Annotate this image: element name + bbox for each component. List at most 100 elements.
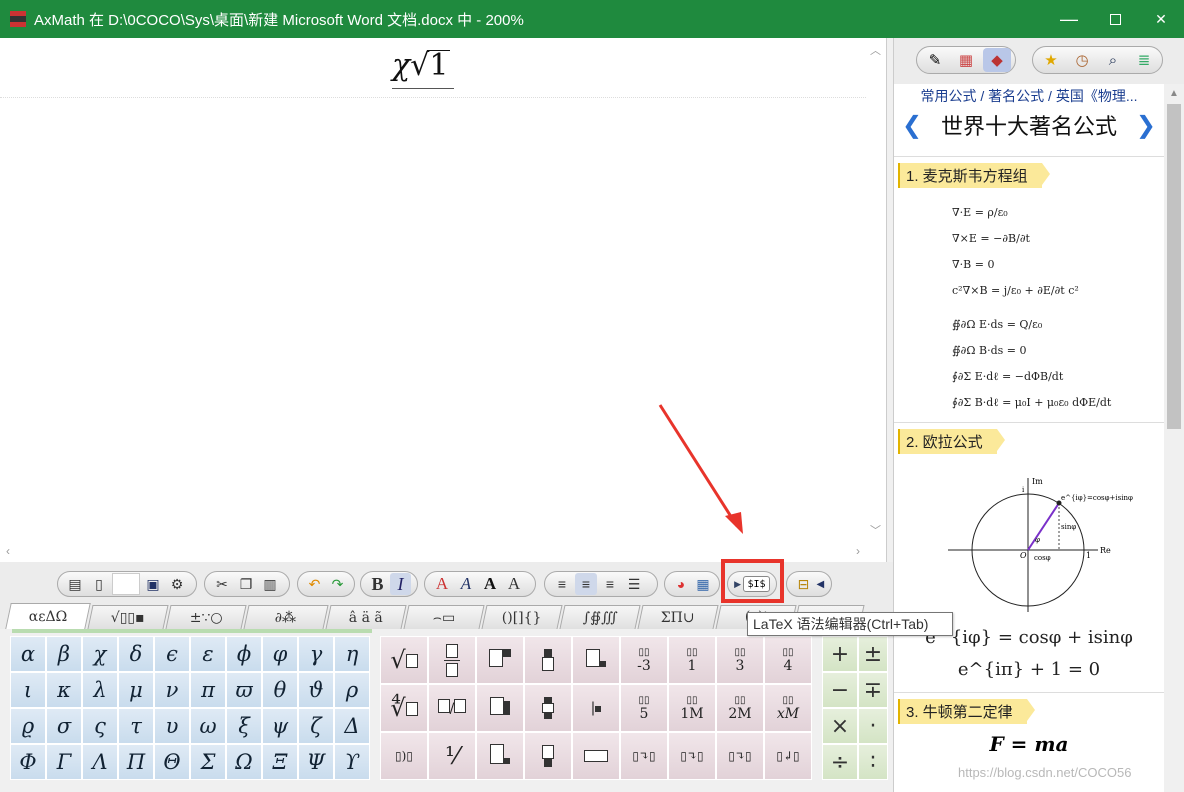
template-bar[interactable]: | (572, 684, 620, 732)
breadcrumb[interactable]: 常用公式 / 著名公式 / 英国《物理... (894, 86, 1164, 106)
align-list-icon[interactable]: ☰ (623, 573, 645, 595)
template-fraction[interactable] (428, 636, 476, 684)
next-arrow-icon[interactable]: ❯ (1136, 111, 1156, 140)
greek-symbol-button[interactable]: Ξ (262, 744, 298, 780)
greek-symbol-button[interactable]: Σ (190, 744, 226, 780)
greek-symbol-button[interactable]: ρ (334, 672, 370, 708)
redo-icon[interactable]: ↷ (327, 573, 348, 595)
operator-button[interactable]: ∶ (858, 744, 888, 780)
copy-icon[interactable]: ❐ (235, 573, 257, 595)
undo-icon[interactable]: ↶ (304, 573, 325, 595)
scroll-down-icon[interactable]: ﹀ (870, 522, 881, 538)
tab-integrals[interactable]: ∫∯∭ (559, 605, 641, 629)
greek-symbol-button[interactable]: α (10, 636, 46, 672)
greek-symbol-button[interactable]: Φ (10, 744, 46, 780)
minimize-button[interactable]: — (1046, 0, 1092, 38)
library-scrollbar[interactable]: ▲ (1164, 84, 1184, 792)
greek-symbol-button[interactable]: ε (190, 636, 226, 672)
tab-greek[interactable]: αεΔΩ (5, 603, 91, 629)
new-document-icon[interactable]: ▯ (88, 573, 110, 595)
operator-button[interactable]: ÷ (822, 744, 858, 780)
greek-symbol-button[interactable]: ϑ (298, 672, 334, 708)
template-arrow-d[interactable]: ▯↲▯ (764, 732, 812, 780)
operator-button[interactable]: + (822, 636, 858, 672)
operator-button[interactable]: ∓ (858, 672, 888, 708)
template-tensor-g[interactable]: ▯▯ 2M (716, 684, 764, 732)
bookmark-icon[interactable]: ◆ (983, 48, 1011, 72)
formula-display[interactable]: χ√1 (392, 48, 454, 89)
tab-brackets[interactable]: ()[]{} (481, 605, 563, 629)
align-center-icon[interactable]: ≡ (575, 573, 597, 595)
align-right-icon[interactable]: ≡ (599, 573, 621, 595)
expand-left-icon[interactable]: ◀ (816, 573, 825, 595)
template-arrow-c[interactable]: ▯↴▯ (716, 732, 764, 780)
font-italic-button[interactable]: A (455, 573, 477, 595)
greek-symbol-button[interactable]: Λ (82, 744, 118, 780)
books-icon[interactable]: ≣ (1130, 48, 1158, 72)
template-sup-sub[interactable] (476, 684, 524, 732)
template-long-division[interactable]: ▯)▯ (380, 732, 428, 780)
greek-symbol-button[interactable]: ϒ (334, 744, 370, 780)
section-heading[interactable]: 2. 欧拉公式 (898, 429, 1005, 454)
color-wheel-icon[interactable]: ◕ (671, 573, 691, 595)
font-special-button[interactable]: A (503, 573, 525, 595)
settings-gear-icon[interactable]: ⚙ (166, 573, 188, 595)
tab-accents[interactable]: â ä ã (325, 605, 407, 629)
tab-operators[interactable]: ±∵○ (165, 605, 247, 629)
greek-symbol-button[interactable]: γ (298, 636, 334, 672)
greek-symbol-button[interactable]: ψ (262, 708, 298, 744)
greek-symbol-button[interactable]: υ (154, 708, 190, 744)
template-tensor-e[interactable]: ▯▯ 5 (620, 684, 668, 732)
template-big-subscript[interactable] (476, 732, 524, 780)
tab-arcs[interactable]: ⌢▭ (403, 605, 485, 629)
greek-symbol-button[interactable]: ω (190, 708, 226, 744)
font-size-input[interactable] (112, 573, 140, 595)
greek-symbol-button[interactable]: ϵ (154, 636, 190, 672)
greek-symbol-button[interactable]: ι (10, 672, 46, 708)
paste-icon[interactable]: ▥ (259, 573, 281, 595)
greek-symbol-button[interactable]: φ (262, 636, 298, 672)
font-bold-button[interactable]: A (479, 573, 501, 595)
greek-symbol-button[interactable]: κ (46, 672, 82, 708)
template-tensor-d[interactable]: ▯▯ 4 (764, 636, 812, 684)
greek-symbol-button[interactable]: β (46, 636, 82, 672)
greek-symbol-button[interactable]: χ (82, 636, 118, 672)
greek-symbol-button[interactable]: θ (262, 672, 298, 708)
operator-button[interactable]: × (822, 708, 858, 744)
scroll-right-icon[interactable]: › (856, 544, 860, 558)
cut-icon[interactable]: ✂ (211, 573, 233, 595)
align-left-icon[interactable]: ≡ (551, 573, 573, 595)
scroll-up-icon[interactable]: ▲ (1169, 88, 1179, 99)
tab-sums[interactable]: ΣΠ∪ (637, 605, 719, 629)
template-over[interactable] (524, 636, 572, 684)
greek-symbol-button[interactable]: π (190, 672, 226, 708)
scrollbar-thumb[interactable] (1167, 104, 1181, 429)
prev-arrow-icon[interactable]: ❮ (902, 111, 922, 140)
greek-symbol-button[interactable]: ς (82, 708, 118, 744)
tab-misc[interactable]: ∂⁂ (243, 605, 329, 629)
search-icon[interactable]: ⌕ (1099, 48, 1127, 72)
greek-symbol-button[interactable]: Θ (154, 744, 190, 780)
template-subscript[interactable] (572, 636, 620, 684)
template-sqrt[interactable]: √ (380, 636, 428, 684)
greek-symbol-button[interactable]: λ (82, 672, 118, 708)
greek-symbol-button[interactable]: η (334, 636, 370, 672)
greek-symbol-button[interactable]: ξ (226, 708, 262, 744)
italic-button[interactable]: I (390, 573, 411, 595)
close-button[interactable]: ✕ (1138, 0, 1184, 38)
greek-symbol-button[interactable]: Γ (46, 744, 82, 780)
editor-vertical-scrollbar[interactable]: ︿ ﹀ (866, 38, 886, 542)
greek-symbol-button[interactable]: Ψ (298, 744, 334, 780)
scroll-up-icon[interactable]: ︿ (870, 42, 881, 58)
bold-button[interactable]: B (367, 573, 388, 595)
maximize-button[interactable] (1092, 0, 1138, 38)
greek-symbol-button[interactable]: ϕ (226, 636, 262, 672)
template-superscript[interactable] (476, 636, 524, 684)
operator-button[interactable]: − (822, 672, 858, 708)
operator-button[interactable]: · (858, 708, 888, 744)
euler-unit-circle-diagram[interactable]: Im Re i 1 O φ cosφ sinφ e^{iφ}=cosφ+isin… (908, 462, 1148, 612)
section-heading[interactable]: 3. 牛顿第二定律 (898, 699, 1035, 724)
greek-symbol-button[interactable]: ϖ (226, 672, 262, 708)
greek-symbol-button[interactable]: ν (154, 672, 190, 708)
maxwell-equations[interactable]: ∇·E = ρ/ε₀ ∇×E = −∂B/∂t ∇·B = 0 c²∇×B = … (894, 200, 1164, 416)
